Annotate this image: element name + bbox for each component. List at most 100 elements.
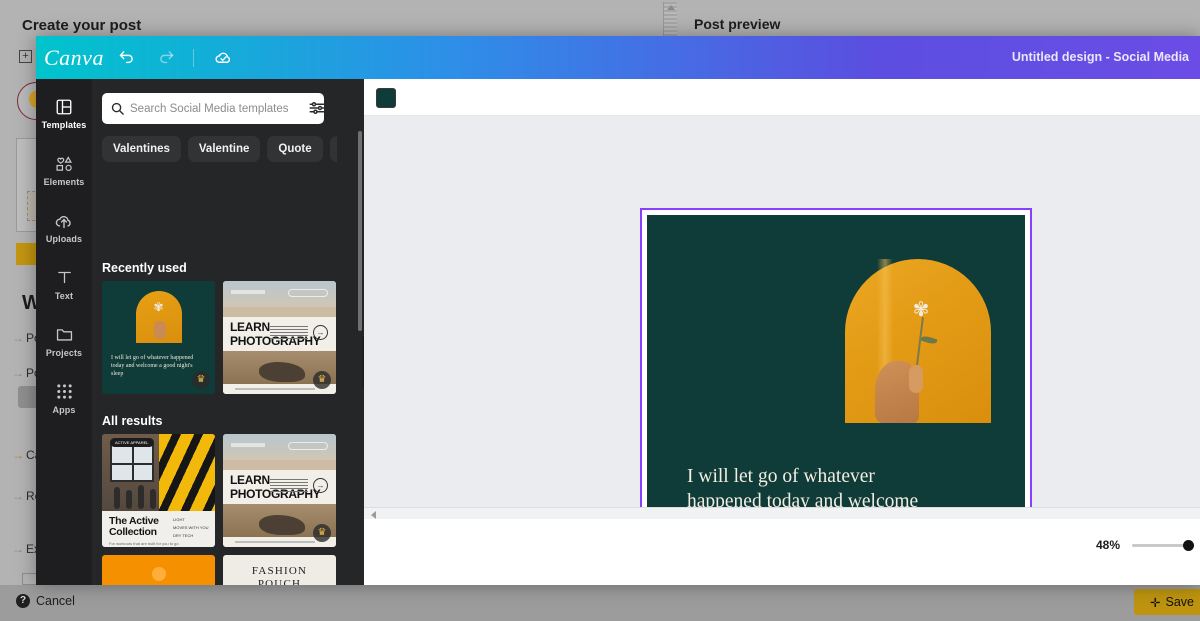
- zoom-slider-track[interactable]: [1132, 539, 1194, 551]
- template-card-quote[interactable]: I will let go of whatever happened today…: [102, 281, 215, 394]
- tag-chips: Valentines Valentine Quote Valentin: [102, 136, 337, 162]
- hand-shape: [153, 321, 166, 339]
- arrow-circle-icon: →: [313, 478, 328, 493]
- cloud-saved-icon[interactable]: [207, 41, 241, 75]
- search-icon: [110, 101, 125, 116]
- canva-logo[interactable]: Canva: [44, 45, 104, 71]
- text-icon: [56, 268, 73, 287]
- bullet-arrow-icon-1: →: [12, 331, 24, 345]
- filter-sliders-icon[interactable]: [308, 99, 326, 117]
- uploads-icon: [54, 211, 74, 230]
- quote-line-1: I will let go of whatever: [687, 466, 875, 487]
- chip-quote[interactable]: Quote: [267, 136, 323, 162]
- rail-label-uploads: Uploads: [45, 234, 83, 244]
- premium-crown-icon: ♛: [313, 371, 331, 389]
- bullet-2: MOVES WITH YOU: [173, 525, 209, 530]
- tagline-bar: [231, 443, 265, 447]
- save-button[interactable]: ✛ Save: [1134, 589, 1200, 615]
- bullet-arrow-icon-2: →: [12, 366, 24, 380]
- canva-editor-area: ✾ I will let go of whatever happened tod…: [364, 79, 1200, 585]
- header-divider: [192, 48, 194, 67]
- hand-image[interactable]: [875, 361, 923, 423]
- color-swatch-button[interactable]: [376, 88, 396, 108]
- template-thumb-fashion: FASHION POUCH MINIMAL BAG SERIES: [223, 555, 336, 585]
- all-results-grid-row2: GRATZEN DAILY GRATITUDE JOURNAL · ♛ FASH…: [102, 555, 336, 585]
- post-preview-title: Post preview: [694, 16, 781, 32]
- figure-2: [126, 490, 132, 509]
- panel-scrollbar[interactable]: [358, 131, 362, 331]
- sun-shape: [151, 567, 166, 581]
- bullet-1: LIGHT: [173, 517, 185, 522]
- zoom-level-label: 48%: [1095, 538, 1120, 552]
- bullet-arrow-icon-3: →: [12, 448, 24, 462]
- template-card-photography-1[interactable]: LEARN PHOTOGRAPHY → ♛: [223, 281, 336, 394]
- canvas-area[interactable]: ✾ I will let go of whatever happened tod…: [364, 116, 1200, 585]
- feature-bullets: LIGHT MOVES WITH YOU DRY TECH: [173, 517, 209, 541]
- rail-label-text: Text: [54, 291, 74, 301]
- template-quote-text: I will let go of whatever happened today…: [111, 355, 194, 377]
- section-title-all-results: All results: [102, 414, 163, 428]
- rail-item-projects[interactable]: Projects: [36, 313, 92, 370]
- rail-label-templates: Templates: [41, 120, 87, 130]
- projects-icon: [55, 325, 74, 344]
- expand-plus-icon[interactable]: +: [19, 50, 32, 63]
- rail-label-apps: Apps: [52, 405, 76, 415]
- template-line2: POUCH: [257, 578, 302, 585]
- undo-icon[interactable]: [110, 41, 144, 75]
- rail-item-uploads[interactable]: Uploads: [36, 199, 92, 256]
- premium-crown-icon: ♛: [192, 371, 210, 389]
- figure-3: [138, 485, 144, 509]
- window-shape: [110, 444, 154, 482]
- template-card-active-collection[interactable]: ACTIVE APPAREL The Active Collection For…: [102, 434, 215, 547]
- chip-valentines[interactable]: Valentines: [102, 136, 181, 162]
- templates-icon: [55, 97, 73, 116]
- help-icon: ?: [16, 594, 30, 608]
- rail-item-elements[interactable]: Elements: [36, 142, 92, 199]
- cta-pill: [288, 442, 328, 450]
- zoom-slider-thumb[interactable]: [1183, 539, 1194, 551]
- chevron-pattern: [159, 434, 215, 511]
- rail-label-projects: Projects: [45, 348, 83, 358]
- canva-editor-modal: Canva Untitled design - Social Media Tem…: [36, 36, 1200, 585]
- rail-item-templates[interactable]: Templates: [36, 85, 92, 142]
- search-input[interactable]: [125, 102, 316, 115]
- search-box[interactable]: [102, 93, 324, 124]
- template-line1: FASHION: [251, 565, 308, 577]
- page-title: Create your post: [22, 17, 142, 34]
- plus-icon: ✛: [1150, 595, 1161, 610]
- rail-item-apps[interactable]: Apps: [36, 370, 92, 427]
- figure-1: [114, 487, 120, 509]
- all-results-grid-row1: ACTIVE APPAREL The Active Collection For…: [102, 434, 336, 547]
- template-card-photography-2[interactable]: LEARN PHOTOGRAPHY → ♛: [223, 434, 336, 547]
- arrow-circle-icon: →: [313, 325, 328, 340]
- canva-left-rail: Templates Elements Uploads Text Projects…: [36, 79, 92, 585]
- cta-pill: [288, 289, 328, 297]
- redo-icon[interactable]: [150, 41, 184, 75]
- blurb-lines: [270, 479, 308, 492]
- page-footer: ? Cancel ✛ Save: [0, 585, 1200, 621]
- template-card-gratitude[interactable]: GRATZEN DAILY GRATITUDE JOURNAL · ♛: [102, 555, 215, 585]
- flower-icon: ✾: [912, 299, 930, 321]
- design-title[interactable]: Untitled design - Social Media: [1012, 50, 1189, 64]
- template-tag: ACTIVE APPAREL: [110, 438, 154, 447]
- search-row: [102, 93, 326, 124]
- save-button-label: Save: [1165, 595, 1195, 609]
- templates-panel: Valentines Valentine Quote Valentin ❯ Re…: [92, 79, 364, 585]
- apps-icon: [56, 382, 73, 401]
- figure-4: [150, 489, 156, 509]
- zoom-control[interactable]: 48%: [1095, 538, 1194, 552]
- chip-valentine[interactable]: Valentine: [187, 136, 261, 162]
- cancel-button-label: Cancel: [36, 594, 75, 608]
- rail-item-text[interactable]: Text: [36, 256, 92, 313]
- cancel-button[interactable]: ? Cancel: [16, 594, 75, 608]
- blurb-lines: [270, 326, 308, 339]
- rail-label-elements: Elements: [43, 177, 85, 187]
- editor-toolbar: [364, 79, 1200, 116]
- chip-valentin[interactable]: Valentin: [329, 136, 337, 162]
- template-card-fashion[interactable]: FASHION POUCH MINIMAL BAG SERIES: [223, 555, 336, 585]
- canvas-horizontal-scrollbar[interactable]: [364, 507, 1200, 519]
- bullet-arrow-icon-4: →: [12, 489, 24, 503]
- template-caption: For workouts that are built for you to g…: [109, 541, 179, 546]
- template-thumb-active-collection: ACTIVE APPAREL The Active Collection For…: [102, 434, 215, 547]
- editor-footer: 48%: [364, 519, 1200, 585]
